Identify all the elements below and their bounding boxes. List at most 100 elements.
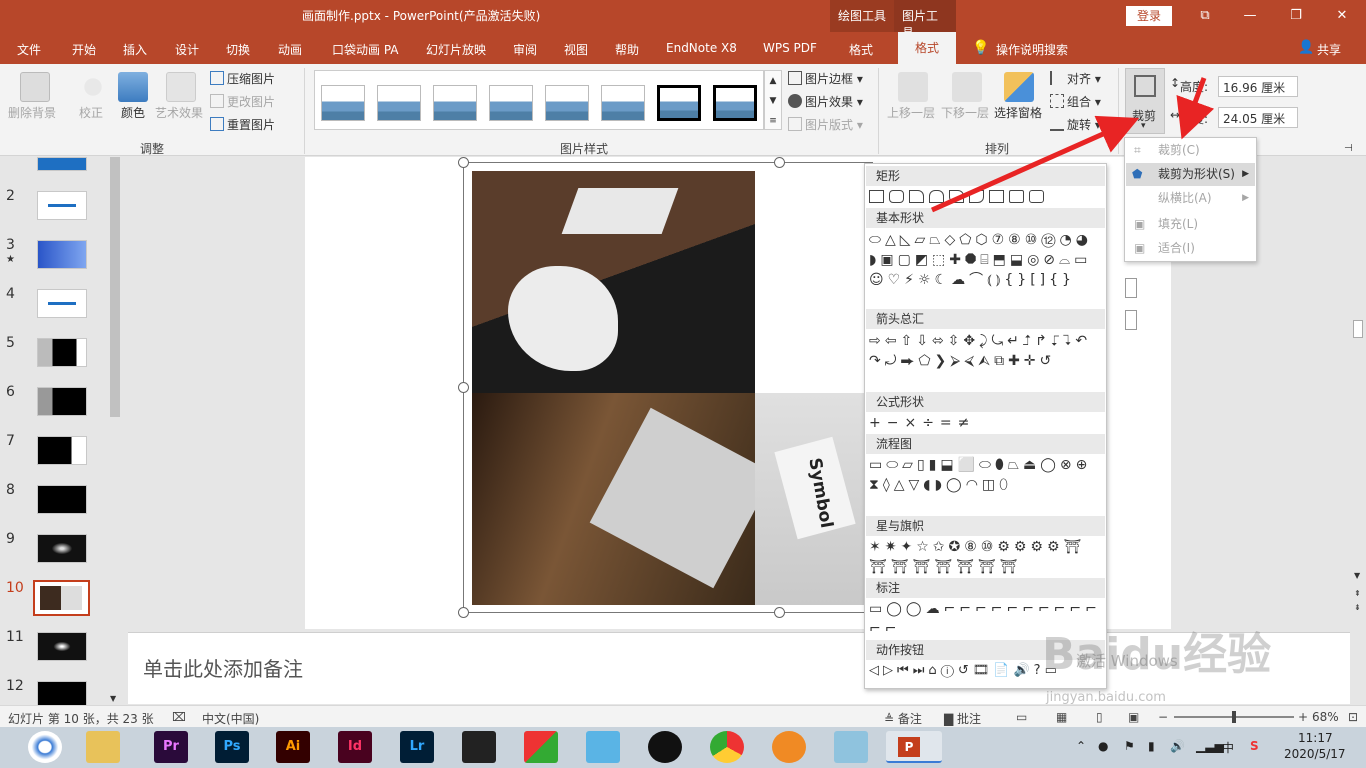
zoom-in-button[interactable]: + [1298,710,1308,724]
stars-banners-grid[interactable]: ✶✷✦☆✩✪⑧⑩⚙⚙⚙⚙⛩⛩⛩⛩⛩⛩⛩⛩ [869,537,1101,579]
network-icon[interactable]: ▁▃▅ [1196,739,1224,753]
tab-wps-pdf[interactable]: WPS PDF [763,41,817,55]
compress-pictures-button[interactable]: 压缩图片 [210,70,275,87]
tell-me-search[interactable]: 操作说明搜索 [996,41,1068,58]
spellcheck-icon[interactable]: ⌧ [172,710,186,724]
tab-slideshow[interactable]: 幻灯片放映 [426,41,486,58]
shape-round-top-rectangle[interactable] [929,190,944,203]
tab-file[interactable]: 文件 [17,41,41,58]
tab-pocket-animation[interactable]: 口袋动画 PA [332,41,399,58]
slide-thumbnail[interactable] [37,534,87,563]
basic-shapes-grid[interactable]: ⬭△◺▱⏢◇⬠⬡⑦⑧⑩⑫◔◕◗▣▢◩⬚✚⯃⌸⬒⬓◎⊘⌓▭☺♡⚡☼☾☁⌒⦅⦆{}[… [869,230,1101,308]
ribbon-display-icon[interactable]: ⧉ [1195,6,1215,26]
tab-endnote[interactable]: EndNote X8 [666,41,737,55]
tray-flag-icon[interactable]: ⚑ [1124,739,1135,753]
height-input[interactable]: 16.96 厘米 [1218,76,1298,97]
style-thumb[interactable] [433,85,477,121]
shape-snip-rectangle[interactable] [909,190,924,203]
chrome-icon[interactable] [710,731,744,763]
send-backward-button[interactable]: 下移一层 [941,104,989,121]
remove-background-button[interactable]: 删除背景 [8,104,56,121]
group-button[interactable]: 组合 ▾ [1050,93,1101,110]
slide-thumbnail[interactable] [37,681,87,705]
zoom-level[interactable]: 68% [1312,710,1339,724]
slide-thumbnail[interactable] [37,289,87,318]
width-input[interactable]: 24.05 厘米 [1218,107,1298,128]
tab-review[interactable]: 审阅 [513,41,537,58]
clock-date[interactable]: 2020/5/17 [1284,747,1346,761]
login-button[interactable]: 登录 [1126,6,1172,26]
tray-qq-icon[interactable]: ● [1098,739,1108,753]
scroll-down-icon[interactable]: ▼ [1354,571,1360,580]
app-icon[interactable] [586,731,620,763]
notes-toggle[interactable]: ≜ 备注 [884,710,922,727]
shape-rectangle-alt[interactable] [989,190,1004,203]
show-hidden-icons[interactable]: ⌃ [1076,739,1086,753]
lightroom-icon[interactable]: Lr [400,731,434,763]
menu-item-fill[interactable]: ▣ 填充(L) [1126,213,1255,236]
resize-handle[interactable] [458,607,469,618]
shape-rounded-rectangle[interactable] [889,190,904,203]
tray-battery-icon[interactable]: ▮ [1148,739,1155,753]
style-thumb[interactable] [377,85,421,121]
menu-item-fit[interactable]: ▣ 适合(I) [1126,237,1255,260]
tab-animations[interactable]: 动画 [278,41,302,58]
reading-view-icon[interactable]: ▯ [1096,710,1103,724]
menu-item-aspect-ratio[interactable]: 纵横比(A) ▶ [1126,187,1255,210]
ime-indicator[interactable]: 中 [1222,739,1234,756]
rectangle-shapes-row[interactable] [869,190,1099,206]
slide-thumbnail[interactable] [37,157,87,171]
slideshow-icon[interactable]: ▣ [1128,710,1139,724]
tab-format-picture[interactable]: 格式 [898,32,956,64]
tab-design[interactable]: 设计 [175,41,199,58]
menu-item-crop[interactable]: ⌗ 裁剪(C) [1126,139,1255,162]
comments-toggle[interactable]: ▇ 批注 [944,710,981,727]
app-icon[interactable] [524,731,558,763]
style-thumb[interactable] [657,85,701,121]
language-indicator[interactable]: 中文(中国) [202,710,259,727]
editor-scrollbar[interactable]: ▼ ⇞ ⇟ [1350,157,1366,705]
tab-transitions[interactable]: 切换 [226,41,250,58]
next-slide-icon[interactable]: ⇟ [1354,603,1361,612]
crop-button[interactable]: 裁剪 ▾ [1125,68,1165,134]
shape-snip-diagonal-rectangle[interactable] [949,190,964,203]
share-button[interactable]: 共享 [1317,41,1341,58]
slide-thumbnail[interactable] [37,338,87,367]
minimize-button[interactable]: — [1240,6,1260,26]
tab-insert[interactable]: 插入 [123,41,147,58]
tab-home[interactable]: 开始 [72,41,96,58]
sogou-icon[interactable]: S [1250,739,1259,753]
picture-border-button[interactable]: 图片边框 ▾ [788,70,863,87]
close-button[interactable]: ✕ [1332,6,1352,26]
correct-button[interactable]: 校正 [79,104,103,121]
resize-handle[interactable] [458,157,469,168]
art-effects-button[interactable]: 艺术效果 [155,104,203,121]
block-arrows-grid[interactable]: ⇨⇦⇧⇩⬄⇳✥⤸⤿↵⮥↱⮦⮧↶↷⤾⮕⬠❯⮚⮘⮙⧉✚✛↺ [869,331,1101,393]
previous-slide-icon[interactable]: ⇞ [1354,589,1361,598]
bring-forward-button[interactable]: 上移一层 [887,104,935,121]
tab-view[interactable]: 视图 [564,41,588,58]
menu-item-crop-to-shape[interactable]: ⬟ 裁剪为形状(S) ▶ [1126,163,1255,186]
clock-time[interactable]: 11:17 [1298,731,1333,745]
browser-icon[interactable] [28,731,62,763]
gallery-scroll[interactable]: ▲ ▼ ≡ [764,70,782,130]
indesign-icon[interactable]: Id [338,731,372,763]
style-thumb[interactable] [489,85,533,121]
slide-thumbnail[interactable] [37,436,87,465]
volume-icon[interactable]: 🔊 [1170,739,1185,753]
file-explorer-icon[interactable] [86,731,120,763]
tab-help[interactable]: 帮助 [615,41,639,58]
reset-picture-button[interactable]: 重置图片 [210,116,275,133]
collapse-ribbon-icon[interactable]: ⊣ [1344,143,1353,154]
layout-options-icon[interactable] [1125,278,1137,298]
zoom-out-button[interactable]: − [1158,710,1168,724]
shape-rectangle-alt[interactable] [1029,190,1044,203]
flowchart-shapes-grid[interactable]: ▭⬭▱▯▮⬓⬜⬭⬮⏢⏏◯⊗⊕⧗◊△▽◖◗◯◠◫⬯ [869,455,1101,517]
shape-rectangle[interactable] [869,190,884,203]
illustrator-icon[interactable]: Ai [276,731,310,763]
slide-thumbnail[interactable] [37,632,87,661]
scroll-thumb[interactable] [1353,320,1363,338]
slide-sorter-icon[interactable]: ▦ [1056,710,1067,724]
quick-style-icon[interactable] [1125,310,1137,330]
app-icon[interactable] [772,731,806,763]
